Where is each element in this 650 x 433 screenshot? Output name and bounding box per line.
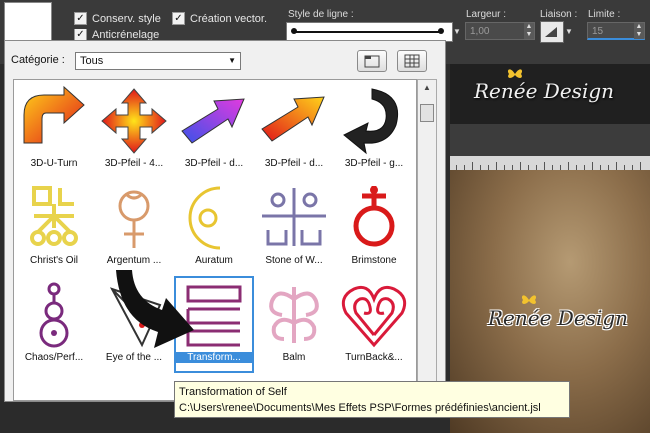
alchemy-argentum-icon — [118, 190, 150, 248]
join-label: Liaison : — [540, 9, 578, 20]
shape-label: Stone of W... — [265, 255, 323, 266]
alchemy-auratum-icon — [188, 186, 221, 250]
category-dropdown[interactable]: Tous ▼ — [75, 52, 241, 70]
3d-curved-arrow-icon — [343, 88, 398, 155]
chevron-down-icon[interactable]: ▼ — [565, 27, 573, 36]
shape-label: Christ's Oil — [29, 255, 79, 266]
shape-label: Argentum ... — [106, 255, 162, 266]
scroll-up-icon[interactable]: ▲ — [418, 80, 436, 96]
shape-item[interactable]: Balm — [254, 276, 334, 373]
shape-label: Brimstone — [351, 255, 397, 266]
check-icon: ✓ — [74, 29, 87, 40]
shape-item[interactable]: 3D-Pfeil - 4... — [94, 82, 174, 179]
check-icon: ✓ — [74, 12, 87, 25]
shape-item[interactable]: 3D-U-Turn — [14, 82, 94, 179]
shape-label: Eye of the ... — [105, 352, 163, 363]
line-style-dropdown[interactable] — [286, 22, 453, 42]
spinner-arrows-icon[interactable]: ▲ ▼ — [524, 23, 534, 39]
antialias-label: Anticrénelage — [92, 29, 160, 40]
line-style-label: Style de ligne : — [288, 9, 354, 20]
chevron-down-icon[interactable]: ▼ — [453, 27, 461, 36]
keep-style-checkbox[interactable]: ✓ Conserv. style — [74, 12, 161, 25]
antialias-checkbox[interactable]: ✓ Anticrénelage — [74, 29, 159, 40]
shape-item[interactable]: TurnBack&... — [334, 276, 414, 373]
shape-label: Balm — [282, 352, 306, 363]
shape-item[interactable]: Stone of W... — [254, 179, 334, 276]
spinner-arrows-icon[interactable]: ▲ ▼ — [634, 23, 644, 39]
3d-four-way-arrow-icon — [101, 88, 167, 154]
shape-label: Auratum — [195, 255, 233, 266]
grid-view-icon — [404, 54, 420, 68]
shape-tooltip: Transformation of Self C:\Users\renee\Do… — [174, 381, 570, 418]
chevron-down-icon: ▼ — [228, 56, 236, 65]
canvas-workspace — [450, 124, 650, 156]
shape-item[interactable]: Chaos/Perf... — [14, 276, 94, 373]
check-icon: ✓ — [172, 12, 185, 25]
limit-spinner[interactable]: 15 ▲ ▼ — [587, 22, 645, 40]
category-value: Tous — [80, 55, 104, 67]
folder-icon — [364, 55, 380, 68]
horizontal-ruler — [450, 156, 650, 171]
butterfly-icon — [521, 295, 537, 304]
shape-label: 3D-Pfeil - d... — [264, 158, 324, 169]
tooltip-path: C:\Users\renee\Documents\Mes Effets PSP\… — [179, 402, 541, 414]
limit-value: 15 — [592, 26, 604, 37]
shape-label: TurnBack&... — [345, 352, 403, 363]
style-swatch[interactable] — [4, 2, 52, 42]
tutorial-pointer-arrow-icon — [116, 270, 194, 348]
shape-item[interactable]: Auratum — [174, 179, 254, 276]
alchemy-balm-icon — [269, 287, 319, 343]
shape-label: Transform... — [174, 352, 254, 363]
open-folder-button[interactable] — [357, 50, 387, 72]
shape-label: 3D-U-Turn — [30, 158, 78, 169]
brand-logo-top: Renée Design — [474, 79, 615, 103]
shape-item[interactable]: 3D-Pfeil - g... — [334, 82, 414, 179]
shape-item[interactable]: 3D-Pfeil - d... — [174, 82, 254, 179]
shape-item[interactable]: Brimstone — [334, 179, 414, 276]
keep-style-label: Conserv. style — [92, 12, 161, 25]
alchemy-christs-oil-icon — [30, 186, 78, 246]
alchemy-stone-icon — [262, 188, 326, 246]
preset-shapes-picker: Catégorie : Tous ▼ 3D-U-Turn 3D-Pfeil - … — [4, 40, 446, 402]
scroll-thumb[interactable] — [420, 104, 434, 122]
alchemy-brimstone-icon — [353, 186, 395, 247]
miter-join-icon — [545, 27, 557, 37]
thumbnail-scrollbar[interactable]: ▲ ▼ — [417, 79, 437, 401]
shape-thumbnail-grid: 3D-U-Turn 3D-Pfeil - 4... 3D-Pfeil - d..… — [13, 79, 417, 401]
turnback-heart-icon — [341, 285, 407, 348]
join-type-button[interactable] — [540, 21, 564, 43]
tooltip-title: Transformation of Self — [179, 386, 287, 398]
create-vector-checkbox[interactable]: ✓ Création vector. — [172, 12, 267, 25]
shape-label: 3D-Pfeil - g... — [344, 158, 404, 169]
width-spinner[interactable]: 1,00 ▲ ▼ — [465, 22, 535, 40]
category-label: Catégorie : — [11, 54, 65, 66]
shape-label: Chaos/Perf... — [24, 352, 84, 363]
alchemy-chaos-icon — [39, 282, 69, 348]
3d-u-turn-arrow-icon — [23, 85, 85, 144]
3d-arrow-icon — [181, 98, 245, 144]
3d-arrow-icon — [261, 96, 325, 142]
create-vector-label: Création vector. — [190, 12, 268, 25]
shape-item[interactable]: 3D-Pfeil - d... — [254, 82, 334, 179]
shape-label: 3D-Pfeil - 4... — [104, 158, 164, 169]
width-label: Largeur : — [466, 9, 507, 20]
width-value: 1,00 — [470, 26, 490, 37]
view-options-button[interactable] — [397, 50, 427, 72]
limit-label: Limite : — [588, 9, 621, 20]
shape-label: 3D-Pfeil - d... — [184, 158, 244, 169]
shape-item[interactable]: Argentum ... — [94, 179, 174, 276]
shape-item[interactable]: Christ's Oil — [14, 179, 94, 276]
brand-logo-bottom: Renée Design — [488, 306, 629, 330]
